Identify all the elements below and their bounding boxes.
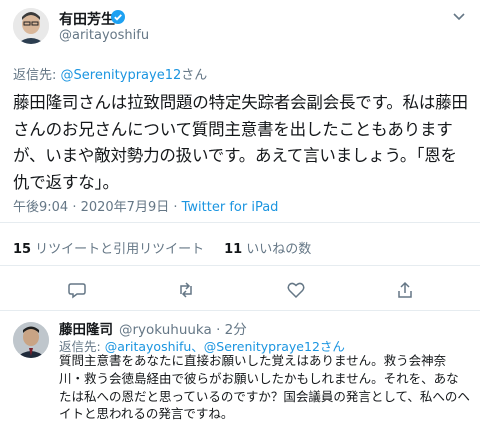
likes-stat[interactable]: 11 いいねの数 [224,242,311,257]
reply-text: 質問主意書をあなたに直接お願いした覚えはありません。救う会神奈川・救う会徳島経由… [59,353,470,422]
reply-to-line: 返信先: @Serenitypraye12さん [13,64,207,83]
author-avatar[interactable] [13,8,49,44]
reply-to-prefix: 返信先: [13,68,61,83]
retweets-stat[interactable]: 15 リツイートと引用リツイート [13,242,204,257]
reply-to-user-link[interactable]: @Serenitypraye12 [61,68,182,83]
verified-icon [111,10,125,24]
divider [0,222,480,223]
reply-avatar[interactable] [13,322,49,358]
retweets-count: 15 [13,242,32,257]
retweet-icon[interactable] [176,280,196,300]
share-icon[interactable] [395,280,415,300]
tweet-text: 藤田隆司さんは拉致問題の特定失踪者会副会長です。私は藤田さんのお兄さんについて質… [13,93,468,193]
tweet-time[interactable]: 午後9:04 · 2020年7月9日 · [13,200,182,215]
reply-icon[interactable] [67,280,87,300]
divider [0,265,480,266]
action-bar [0,280,480,300]
tweet-stats: 15 リツイートと引用リツイート 11 いいねの数 [13,238,311,257]
reply-to-suffix: さん [181,68,208,83]
likes-count: 11 [224,242,243,257]
author-name[interactable]: 有田芳生 [59,9,115,29]
retweets-label: リツイートと引用リツイート [35,242,205,257]
tweet-meta: 午後9:04 · 2020年7月9日 · Twitter for iPad [13,196,278,215]
chevron-down-icon[interactable] [452,12,466,22]
reply-author-line: 藤田隆司 @ryokuhuuka · 2分 [59,318,247,338]
divider [0,310,480,311]
like-icon[interactable] [286,280,306,300]
likes-label: いいねの数 [246,242,312,257]
author-handle[interactable]: @aritayoshifu [59,28,149,43]
tweet-source-link[interactable]: Twitter for iPad [182,200,279,215]
